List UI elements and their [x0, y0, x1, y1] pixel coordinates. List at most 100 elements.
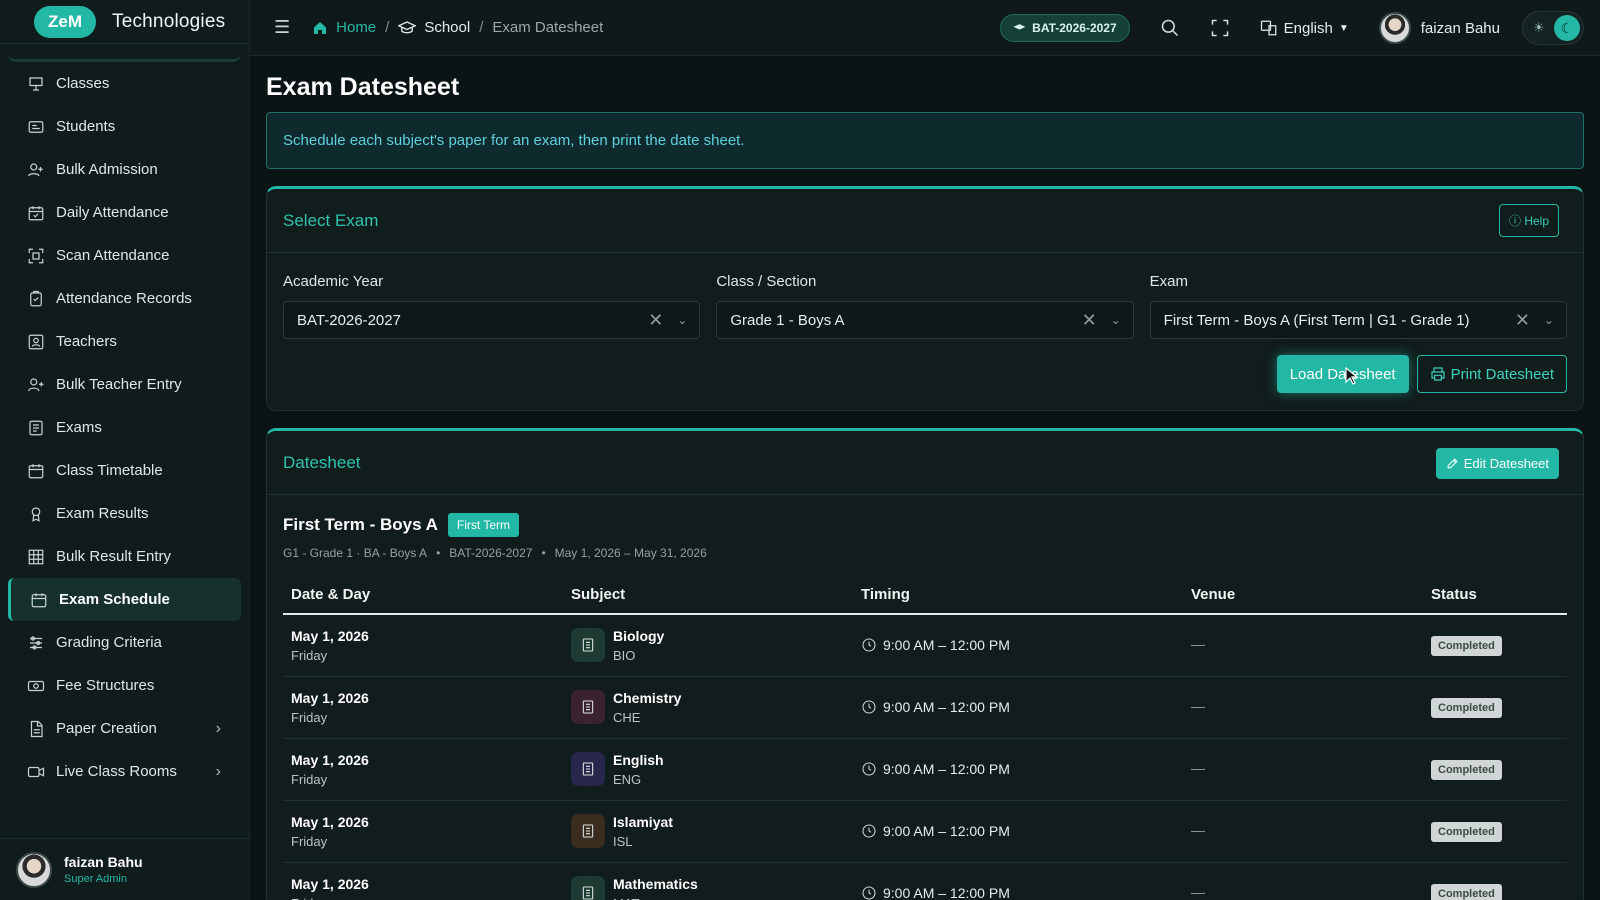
theme-toggle[interactable]: ☀ ☾ — [1522, 11, 1584, 45]
academic-year-label: BAT-2026-2027 — [1032, 21, 1117, 35]
breadcrumb-school[interactable]: School — [398, 19, 470, 36]
subject-code: BIO — [613, 647, 636, 663]
status-badge: Completed — [1431, 760, 1502, 780]
chevron-down-icon[interactable]: ⌄ — [1111, 313, 1121, 327]
chevron-down-icon[interactable]: ⌄ — [1544, 313, 1554, 327]
book-icon — [571, 752, 605, 786]
select-exam-card: Select Exam ⓘ Help Academic Year BAT-202… — [266, 186, 1584, 411]
topbar-user[interactable]: faizan Bahu — [1378, 12, 1500, 44]
students-icon — [27, 118, 45, 136]
sidebar-item-label: Bulk Teacher Entry — [56, 376, 182, 393]
sidebar-item-label: Daily Attendance — [56, 204, 169, 221]
status-badge: Completed — [1431, 698, 1502, 718]
sidebar-user[interactable]: faizan Bahu Super Admin — [0, 838, 249, 900]
sidebar-item-label: Teachers — [56, 333, 117, 350]
sidebar-item-teachers[interactable]: Teachers — [0, 320, 249, 363]
money-icon — [27, 677, 45, 695]
load-datesheet-button[interactable]: Load Datesheet — [1276, 355, 1409, 393]
exam-label: Exam — [1149, 273, 1188, 290]
help-button[interactable]: ⓘ Help — [1498, 204, 1559, 237]
venue-cell: — — [1183, 800, 1423, 863]
status-cell: Completed — [1423, 676, 1567, 739]
clock-icon — [862, 638, 876, 652]
classes-icon — [27, 75, 45, 93]
breadcrumb-home[interactable]: Home — [312, 19, 376, 36]
class-section-select[interactable]: Grade 1 - Boys A ✕ ⌄ — [716, 301, 1134, 339]
sidebar-item-students[interactable]: Students — [0, 105, 249, 148]
brand[interactable]: ZeM Technologies — [0, 0, 249, 44]
sidebar-item-label: Scan Attendance — [56, 247, 170, 264]
sidebar-item-exams[interactable]: Exams — [0, 406, 249, 449]
table-row: May 1, 2026 Friday Biology BIO 9:00 AM – 12:… — [283, 614, 1567, 677]
subject-name: Chemistry — [613, 689, 682, 706]
clock-icon — [862, 700, 876, 714]
clear-icon[interactable]: ✕ — [648, 310, 663, 331]
table-row: May 1, 2026 Friday English ENG 9:00 AM – 12:… — [283, 738, 1567, 801]
sidebar-item-live-class-rooms[interactable]: Live Class Rooms › — [0, 750, 249, 793]
clock-icon — [862, 824, 876, 838]
subject-code: CHE — [613, 709, 641, 725]
user-plus-icon — [27, 376, 45, 394]
exam-day: Friday — [291, 771, 328, 787]
book-icon — [571, 876, 605, 900]
status-cell: Completed — [1423, 614, 1567, 677]
timing-value: 9:00 AM – 12:00 PM — [883, 761, 1010, 777]
venue-cell: — — [1183, 738, 1423, 801]
sidebar-item-bulk-teacher-entry[interactable]: Bulk Teacher Entry — [0, 363, 249, 406]
sidebar-item-daily-attendance[interactable]: Daily Attendance — [0, 191, 249, 234]
chevron-right-icon[interactable]: › — [216, 763, 221, 781]
column-header: Date & Day — [283, 576, 563, 615]
graduation-cap-icon — [1013, 23, 1026, 30]
sidebar-item-classes[interactable]: Classes — [0, 62, 249, 105]
subject-code: ENG — [613, 771, 642, 787]
help-icon: ⓘ — [1508, 214, 1521, 228]
datesheet-table: Date & Day Subject Timing Venue Status M… — [283, 576, 1567, 900]
exam-select[interactable]: First Term - Boys A (First Term | G1 - G… — [1149, 301, 1567, 339]
search-icon[interactable] — [1160, 18, 1180, 38]
exam-date: May 1, 2026 — [291, 875, 369, 892]
teacher-icon — [27, 333, 45, 351]
chevron-down-icon[interactable]: ⌄ — [677, 313, 687, 327]
sidebar-item-bulk-result-entry[interactable]: Bulk Result Entry — [0, 535, 249, 578]
meta-range: May 1, 2026 – May 31, 2026 — [554, 546, 707, 560]
printer-icon — [1431, 367, 1445, 381]
sidebar-item-class-timetable[interactable]: Class Timetable — [0, 449, 249, 492]
sidebar-item-exam-schedule[interactable]: Exam Schedule — [8, 578, 241, 621]
menu-toggle-icon[interactable]: ☰ — [274, 17, 290, 38]
meta-dot: • — [436, 546, 441, 560]
book-icon — [571, 814, 605, 848]
sidebar-item-exam-results[interactable]: Exam Results — [0, 492, 249, 535]
clear-icon[interactable]: ✕ — [1082, 310, 1097, 331]
sidebar-item-bulk-admission[interactable]: Bulk Admission — [0, 148, 249, 191]
subject-name: English — [613, 751, 664, 768]
sidebar-item-label: Bulk Admission — [56, 161, 158, 178]
class-section-label: Class / Section — [716, 273, 817, 290]
status-badge: Completed — [1431, 884, 1502, 900]
academic-year-select[interactable]: BAT-2026-2027 ✕ ⌄ — [283, 301, 701, 339]
bulk-admission-icon — [27, 161, 45, 179]
fullscreen-icon[interactable] — [1210, 18, 1230, 38]
sidebar-item-paper-creation[interactable]: Paper Creation › — [0, 707, 249, 750]
sidebar-item-grading-criteria[interactable]: Grading Criteria — [0, 621, 249, 664]
timing-value: 9:00 AM – 12:00 PM — [883, 637, 1010, 654]
exam-icon — [27, 419, 45, 437]
brand-name: Technologies — [112, 10, 226, 32]
language-selector[interactable]: English ▼ — [1260, 19, 1349, 37]
academic-year-pill[interactable]: BAT-2026-2027 — [1000, 14, 1130, 42]
academic-year-field: Academic Year BAT-2026-2027 ✕ ⌄ — [283, 273, 701, 339]
exam-actions: Load Datesheet Print Datesheet — [267, 339, 1583, 410]
breadcrumb-separator: / — [385, 19, 390, 36]
print-datesheet-button[interactable]: Print Datesheet — [1416, 355, 1567, 393]
clear-icon[interactable]: ✕ — [1515, 310, 1530, 331]
breadcrumb-school-label: School — [424, 19, 471, 36]
exam-day: Friday — [291, 833, 328, 849]
sidebar-item-scan-attendance[interactable]: Scan Attendance — [0, 234, 249, 277]
edit-datesheet-button[interactable]: Edit Datesheet — [1435, 448, 1559, 479]
datesheet-exam-heading: First Term - Boys A First Term — [267, 495, 1583, 537]
class-section-value: Grade 1 - Boys A — [730, 311, 845, 329]
sidebar-item-school-partial[interactable] — [8, 44, 241, 62]
sidebar-item-attendance-records[interactable]: Attendance Records — [0, 277, 249, 320]
chevron-right-icon[interactable]: › — [216, 720, 221, 738]
sidebar-item-fee-structures[interactable]: Fee Structures — [0, 664, 249, 707]
main-content: Exam Datesheet Schedule each subject's p… — [266, 56, 1584, 900]
